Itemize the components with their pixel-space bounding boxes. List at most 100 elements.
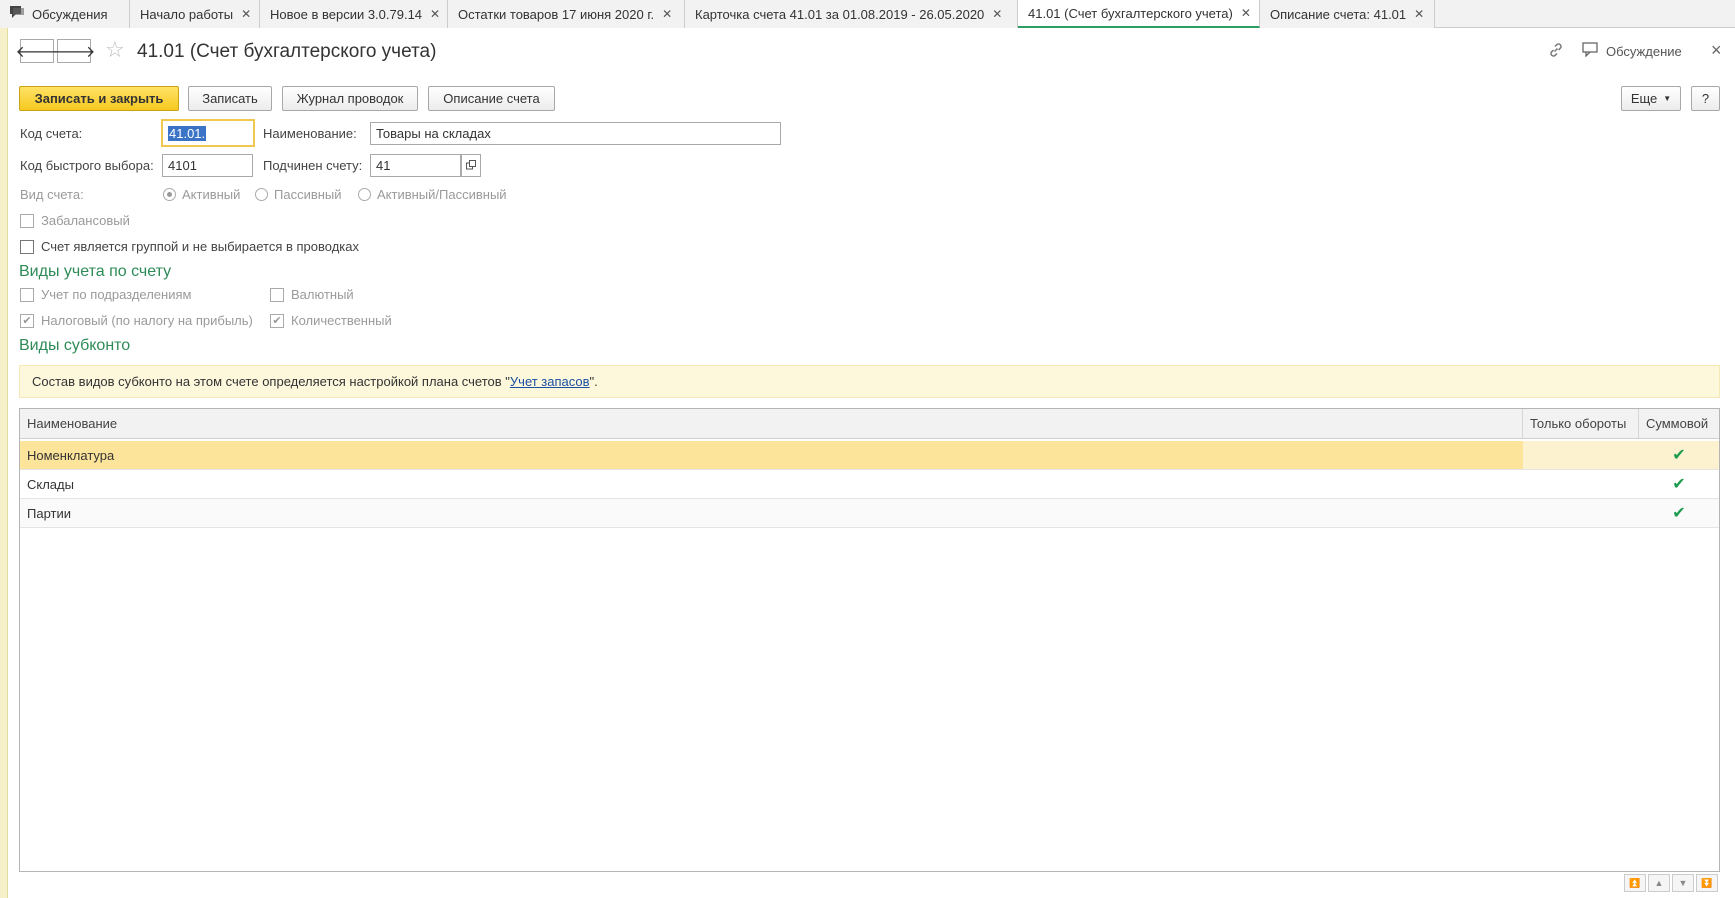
tab-whats-new[interactable]: Новое в версии 3.0.79.14 ✕ xyxy=(260,0,448,28)
kind-radio-active[interactable]: Активный xyxy=(163,187,240,202)
account-description-button[interactable]: Описание счета xyxy=(428,86,555,111)
kind-radio-passive[interactable]: Пассивный xyxy=(255,187,342,202)
column-header-name[interactable]: Наименование xyxy=(20,409,1523,439)
favorite-star-icon[interactable]: ☆ xyxy=(105,37,125,63)
tab-label: Остатки товаров 17 июня 2020 г. xyxy=(458,6,655,22)
info-text-suffix: ". xyxy=(589,374,598,389)
forward-button[interactable]: 🡒 xyxy=(53,39,95,63)
close-icon[interactable]: ✕ xyxy=(992,7,1002,21)
radio-icon xyxy=(358,188,371,201)
tab-account-card[interactable]: Карточка счета 41.01 за 01.08.2019 - 26.… xyxy=(685,0,1018,28)
tax-accounting-checkbox[interactable]: ✔ Налоговый (по налогу на прибыль) xyxy=(20,313,253,328)
kind-radio-active-passive[interactable]: Активный/Пассивный xyxy=(358,187,507,202)
checkmark-icon: ✔ xyxy=(1672,476,1686,493)
inventory-accounting-link[interactable]: Учет запасов xyxy=(510,374,590,389)
accounting-section-title: Виды учета по счету xyxy=(19,263,172,280)
account-kind-label: Вид счета: xyxy=(20,187,84,202)
help-button[interactable]: ? xyxy=(1691,86,1720,111)
checkbox-icon xyxy=(20,287,34,302)
tab-label: Начало работы xyxy=(140,6,234,22)
table-cell-sum[interactable]: ✔ xyxy=(1639,441,1719,470)
page-title: 41.01 (Счет бухгалтерского учета) xyxy=(137,41,437,62)
checkbox-icon xyxy=(20,213,34,228)
discussion-button[interactable]: Обсуждение xyxy=(1582,42,1682,60)
info-text-prefix: Состав видов субконто на этом счете опре… xyxy=(32,374,510,389)
scroll-up-button[interactable]: ▲ xyxy=(1648,874,1670,892)
save-button[interactable]: Записать xyxy=(188,86,272,111)
quick-code-label: Код быстрого выбора: xyxy=(20,158,154,173)
radio-icon xyxy=(255,188,268,201)
table-cell-sum[interactable]: ✔ xyxy=(1639,470,1719,499)
checkmark-icon: ✔ xyxy=(20,313,34,328)
scroll-bottom-icon: ⏬ xyxy=(1701,877,1713,888)
tab-label: Обсуждения xyxy=(32,6,108,22)
tab-account-description[interactable]: Описание счета: 41.01 ✕ xyxy=(1260,0,1435,28)
quick-code-input[interactable]: 4101 xyxy=(162,154,253,177)
parent-account-input[interactable]: 41 xyxy=(370,154,461,177)
comment-icon xyxy=(1582,42,1600,60)
open-window-icon xyxy=(466,158,476,173)
account-code-label: Код счета: xyxy=(20,126,83,141)
tab-label: Карточка счета 41.01 за 01.08.2019 - 26.… xyxy=(695,6,985,22)
triangle-down-icon: ▼ xyxy=(1678,878,1688,888)
name-input[interactable]: Товары на складах xyxy=(370,122,781,145)
offbalance-checkbox[interactable]: Забалансовый xyxy=(20,213,130,228)
checkmark-icon: ✔ xyxy=(1672,447,1686,464)
account-code-input[interactable]: 41.01. xyxy=(161,119,255,147)
table-cell-turnover[interactable] xyxy=(1523,470,1639,499)
close-icon[interactable]: ✕ xyxy=(430,7,440,21)
column-header-sum[interactable]: Суммовой xyxy=(1639,409,1719,439)
tab-stock-report[interactable]: Остатки товаров 17 июня 2020 г. ✕ xyxy=(448,0,685,28)
tab-label: Описание счета: 41.01 xyxy=(1270,6,1407,22)
close-icon[interactable]: ✕ xyxy=(241,7,251,21)
checkmark-icon: ✔ xyxy=(1672,505,1686,522)
discussion-label: Обсуждение xyxy=(1606,43,1682,59)
scroll-top-icon: ⏫ xyxy=(1629,877,1641,888)
discussion-icon xyxy=(10,6,24,22)
close-icon[interactable]: ✕ xyxy=(662,7,672,21)
tab-label: Новое в версии 3.0.79.14 xyxy=(270,6,423,22)
name-label: Наименование: xyxy=(263,126,357,141)
subconto-section-title: Виды субконто xyxy=(19,337,131,354)
more-button[interactable]: Еще ▼ xyxy=(1621,86,1681,111)
checkbox-icon xyxy=(20,239,34,254)
close-icon[interactable]: ✕ xyxy=(1241,6,1251,20)
back-button[interactable]: 🡐 xyxy=(16,39,58,63)
more-label: Еще xyxy=(1630,91,1658,106)
save-and-close-button[interactable]: Записать и закрыть xyxy=(19,86,179,111)
scroll-top-button[interactable]: ⏫ xyxy=(1624,874,1646,892)
column-header-turnover[interactable]: Только обороты xyxy=(1523,409,1639,439)
journal-button[interactable]: Журнал проводок xyxy=(282,86,418,111)
table-row[interactable]: Партии xyxy=(20,499,1523,528)
tab-discussions[interactable]: Обсуждения xyxy=(0,0,130,28)
subconto-table: Наименование Только обороты Суммовой Ном… xyxy=(19,408,1720,872)
arrow-right-icon: 🡒 xyxy=(52,43,96,61)
tab-label: 41.01 (Счет бухгалтерского учета) xyxy=(1028,5,1233,21)
account-code-value: 41.01. xyxy=(168,126,207,141)
table-row[interactable]: Склады xyxy=(20,470,1523,499)
close-icon[interactable]: ✕ xyxy=(1414,7,1424,21)
radio-icon xyxy=(163,188,176,201)
table-row[interactable]: Номенклатура xyxy=(20,441,1523,470)
table-cell-sum[interactable]: ✔ xyxy=(1639,499,1719,528)
table-cell-turnover[interactable] xyxy=(1523,499,1639,528)
table-cell-turnover[interactable] xyxy=(1523,441,1639,470)
group-checkbox[interactable]: Счет является группой и не выбирается в … xyxy=(20,239,359,254)
parent-account-label: Подчинен счету: xyxy=(263,158,363,173)
scroll-bottom-button[interactable]: ⏬ xyxy=(1696,874,1718,892)
open-parent-button[interactable] xyxy=(461,154,481,177)
checkbox-icon xyxy=(270,287,284,302)
quantity-checkbox[interactable]: ✔ Количественный xyxy=(270,313,392,328)
tab-start[interactable]: Начало работы ✕ xyxy=(130,0,260,28)
tab-account-41-01[interactable]: 41.01 (Счет бухгалтерского учета) ✕ xyxy=(1018,0,1260,28)
tab-bar: Обсуждения Начало работы ✕ Новое в верси… xyxy=(0,0,1735,28)
link-icon[interactable] xyxy=(1548,42,1564,62)
scroll-down-button[interactable]: ▼ xyxy=(1672,874,1694,892)
close-form-button[interactable]: × xyxy=(1711,40,1722,61)
currency-checkbox[interactable]: Валютный xyxy=(270,287,354,302)
checkmark-icon: ✔ xyxy=(270,313,284,328)
division-accounting-checkbox[interactable]: Учет по подразделениям xyxy=(20,287,191,302)
left-accent-bar xyxy=(0,28,8,898)
dropdown-arrow-icon: ▼ xyxy=(1663,94,1672,103)
subconto-info-bar: Состав видов субконто на этом счете опре… xyxy=(19,365,1720,398)
